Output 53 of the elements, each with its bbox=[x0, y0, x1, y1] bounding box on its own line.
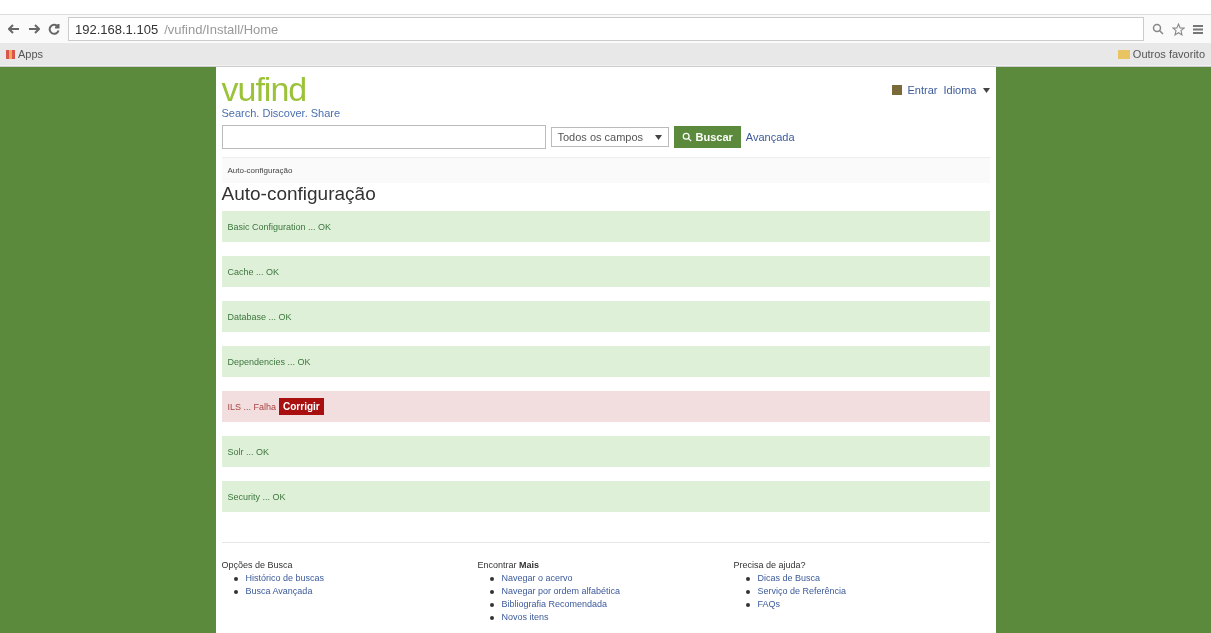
bullet-icon bbox=[489, 615, 494, 620]
footer-heading: Precisa de ajuda? bbox=[733, 560, 807, 570]
bullet-icon bbox=[745, 589, 750, 594]
address-bar[interactable]: 192.168.1.105 /vufind/Install/Home bbox=[68, 17, 1144, 41]
status-text: Database ... OK bbox=[227, 311, 292, 322]
caret-icon bbox=[982, 87, 990, 93]
status-text: Dependencies ... OK bbox=[227, 356, 311, 367]
bullet-icon bbox=[745, 576, 750, 581]
status-text: Cache ... OK bbox=[227, 266, 280, 277]
menu-icon[interactable] bbox=[1193, 23, 1203, 35]
status-text: ILS ... Falha bbox=[227, 401, 277, 412]
breadcrumb: Auto-configuração bbox=[221, 158, 990, 183]
bookmark-folder[interactable]: Outros favorito bbox=[1117, 48, 1205, 60]
advanced-link[interactable]: Avançada bbox=[745, 131, 795, 143]
bullet-icon bbox=[489, 576, 494, 581]
footer-link[interactable]: Histórico de buscas bbox=[245, 572, 325, 585]
footer-link[interactable]: Navegar o acervo bbox=[501, 572, 573, 585]
search-icon bbox=[681, 132, 692, 142]
footer-link[interactable]: Novos itens bbox=[501, 611, 549, 624]
folder-icon bbox=[1117, 49, 1130, 59]
page-title: Auto-configuração bbox=[221, 183, 377, 205]
bullet-icon bbox=[489, 589, 494, 594]
footer-link[interactable]: Serviço de Referência bbox=[757, 585, 847, 598]
login-icon bbox=[891, 85, 902, 95]
caret-icon bbox=[654, 134, 662, 140]
language-menu[interactable]: Idioma bbox=[943, 84, 977, 96]
scope-select[interactable]: Todos os campos bbox=[550, 127, 669, 147]
status-text: Security ... OK bbox=[227, 491, 286, 502]
login-link[interactable]: Entrar bbox=[907, 84, 938, 96]
footer-heading: Opções de Busca bbox=[221, 560, 294, 570]
back-icon[interactable] bbox=[8, 24, 20, 34]
apps-icon bbox=[6, 49, 15, 59]
footer-link[interactable]: FAQs bbox=[757, 598, 780, 611]
footer-link[interactable]: Dicas de Busca bbox=[757, 572, 821, 585]
search-field[interactable] bbox=[221, 125, 546, 149]
footer-heading: Encontrar Mais bbox=[477, 560, 541, 570]
status-text: Solr ... OK bbox=[227, 446, 269, 457]
footer-link[interactable]: Busca Avançada bbox=[245, 585, 313, 598]
fix-button[interactable]: Corrigir bbox=[279, 398, 324, 415]
status-text: Basic Configuration ... OK bbox=[227, 221, 332, 232]
bullet-icon bbox=[233, 576, 238, 581]
bookmark-item[interactable]: Apps bbox=[6, 48, 44, 60]
search-icon[interactable] bbox=[1152, 23, 1164, 35]
bullet-icon bbox=[233, 589, 238, 594]
footer-link[interactable]: Bibliografia Recomendada bbox=[501, 598, 608, 611]
tagline: Search. Discover. Share bbox=[221, 107, 341, 119]
footer-link[interactable]: Navegar por ordem alfabética bbox=[501, 585, 621, 598]
bullet-icon bbox=[489, 602, 494, 607]
forward-icon[interactable] bbox=[28, 24, 40, 34]
bullet-icon bbox=[745, 602, 750, 607]
search-button[interactable]: Buscar bbox=[673, 126, 741, 148]
reload-icon[interactable] bbox=[48, 23, 60, 35]
star-icon[interactable] bbox=[1172, 22, 1185, 36]
